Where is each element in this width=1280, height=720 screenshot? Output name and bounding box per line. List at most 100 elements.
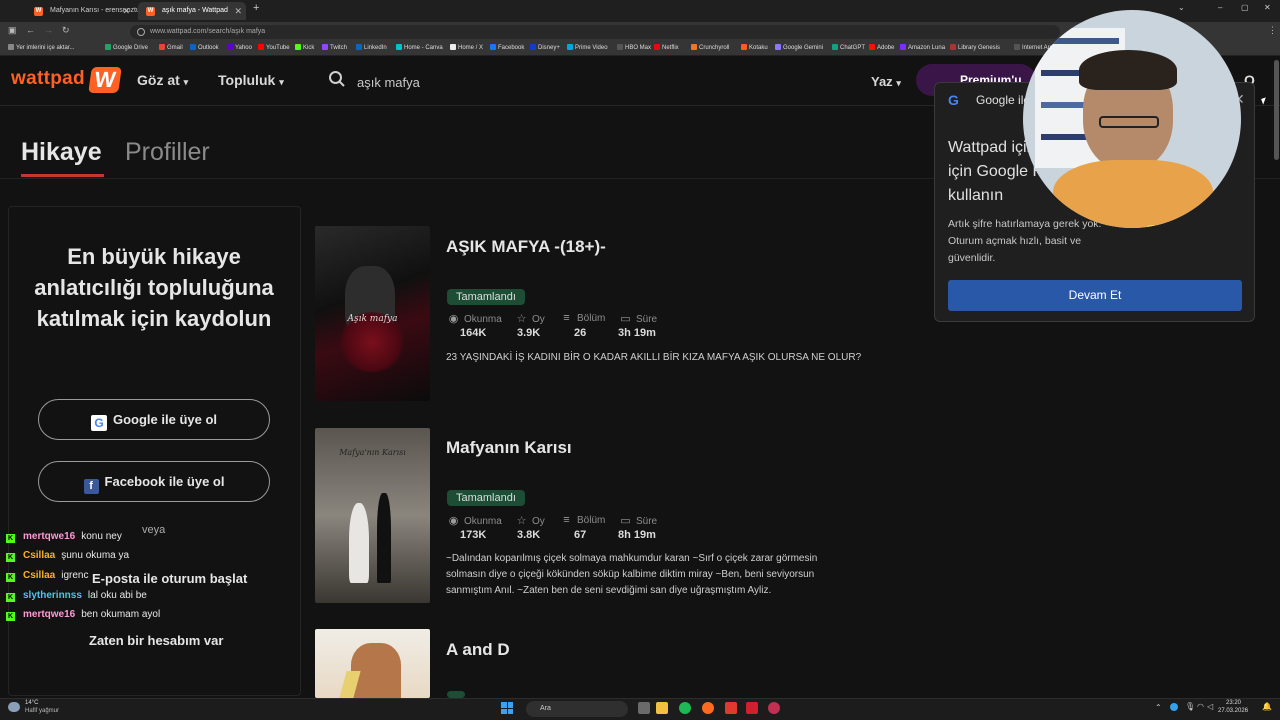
bookmark-item[interactable]: YouTube [258, 44, 290, 51]
google-signup-button[interactable]: G Google ile üye ol [38, 399, 270, 440]
bookmark-label: Kick [303, 45, 315, 51]
bookmark-item[interactable]: Prime Video [567, 44, 608, 51]
back-icon[interactable]: ← [26, 25, 35, 35]
sidebar-toggle-icon[interactable]: ▣ [8, 25, 17, 36]
weather-temp[interactable]: 14°C [25, 700, 38, 706]
browser-tab-1[interactable]: W Mafyanın Karısı - erensuozturk ✕ [26, 2, 146, 20]
bookmark-label: Adobe [877, 45, 895, 51]
wattpad-app-icon[interactable] [746, 702, 758, 714]
story-title[interactable]: AŞIK MAFYA -(18+)- [446, 237, 606, 257]
firefox-icon[interactable] [702, 702, 714, 714]
menu-icon[interactable]: ⋮ [1268, 25, 1277, 36]
bookmark-label: Netflix [662, 45, 679, 51]
bookmark-item[interactable]: Home - Canva [396, 44, 443, 51]
tab-profiles[interactable]: Profiller [125, 138, 210, 167]
wifi-icon[interactable]: ◠ [1197, 702, 1204, 711]
clock-date[interactable]: 27.03.2026 [1218, 708, 1248, 714]
kick-icon: K [6, 593, 15, 602]
bookmark-item[interactable]: Facebook [490, 44, 524, 51]
file-explorer-icon[interactable] [656, 702, 668, 714]
kick-icon: K [6, 534, 15, 543]
browser-tab-2[interactable]: W aşık mafya - Wattpad ✕ [138, 2, 246, 20]
existing-account-link[interactable]: Zaten bir hesabım var [89, 633, 223, 648]
votes-stat-label: ☆ Oy [515, 312, 545, 325]
bookmark-favicon-icon [1014, 44, 1020, 50]
bookmark-item[interactable]: Disney+ [530, 44, 560, 51]
story-cover[interactable]: Aşık mafya [315, 226, 430, 401]
bookmark-item[interactable]: Kotaku [741, 44, 768, 51]
brave-icon[interactable] [725, 702, 737, 714]
taskbar-search[interactable]: Ara [526, 701, 628, 717]
wattpad-logo[interactable]: wattpad [11, 68, 85, 90]
bookmark-item[interactable]: Gmail [159, 44, 183, 51]
caret-down-icon: ▾ [896, 78, 901, 88]
search-input[interactable] [357, 72, 757, 92]
nav-browse[interactable]: Göz at ▾ [137, 72, 188, 88]
close-icon[interactable]: ✕ [234, 2, 242, 20]
write-menu[interactable]: Yaz ▾ [871, 74, 901, 89]
bookmark-item[interactable]: Library Genesis [950, 44, 1000, 51]
app-icon[interactable] [768, 702, 780, 714]
forward-icon[interactable]: → [44, 25, 53, 35]
site-info-icon[interactable] [137, 28, 145, 36]
bookmark-item[interactable]: Netflix [654, 44, 679, 51]
facebook-signup-button[interactable]: f Facebook ile üye ol [38, 461, 270, 502]
bookmark-favicon-icon [227, 44, 233, 50]
bookmark-favicon-icon [396, 44, 402, 50]
page-scrollbar[interactable] [1274, 60, 1279, 160]
search-icon[interactable] [328, 70, 346, 88]
bookmark-favicon-icon [490, 44, 496, 50]
notification-icon[interactable]: 🔔 [1262, 702, 1272, 711]
bookmark-label: Google Drive [113, 45, 149, 51]
window-close-icon[interactable]: ✕ [1264, 3, 1271, 12]
chevron-down-icon[interactable]: ⌄ [1178, 3, 1185, 12]
tray-app-icon[interactable] [1170, 703, 1178, 711]
star-icon: ☆ [516, 313, 527, 325]
bookmark-item[interactable]: Outlook [190, 44, 219, 51]
completed-badge: Tamamlandı [447, 490, 525, 506]
close-icon[interactable]: ✕ [122, 2, 130, 20]
chat-message: K Csillaa igrenc [6, 570, 89, 582]
bookmark-item[interactable]: Google Gemini [775, 44, 823, 51]
story-title[interactable]: Mafyanın Karısı [446, 438, 572, 458]
reload-icon[interactable]: ↻ [62, 25, 70, 36]
windows-start-icon[interactable] [501, 702, 513, 714]
bookmark-item[interactable]: LinkedIn [356, 44, 387, 51]
story-cover[interactable]: Mafya'nın Karısı [315, 428, 430, 603]
minimize-icon[interactable]: – [1218, 3, 1222, 12]
microphone-icon[interactable]: 🎙 [1185, 702, 1195, 711]
bookmark-item[interactable]: Crunchyroll [691, 44, 729, 51]
taskbar-search-label: Ara [540, 705, 551, 712]
bookmark-item[interactable]: ChatGPT [832, 44, 865, 51]
story-title[interactable]: A and D [446, 640, 510, 660]
bookmark-label: Yer imlerini içe aktar... [16, 45, 75, 51]
nav-community[interactable]: Topluluk ▾ [218, 72, 284, 88]
wattpad-logo-icon[interactable]: W [88, 67, 122, 93]
continue-button[interactable]: Devam Et [948, 280, 1242, 311]
maximize-icon[interactable]: ▢ [1241, 3, 1249, 12]
clock-time[interactable]: 23:20 [1226, 700, 1241, 706]
browser-tab-2-title: aşık mafya - Wattpad [162, 7, 228, 14]
spotify-icon[interactable] [679, 702, 691, 714]
new-tab-icon[interactable]: + [253, 2, 259, 14]
bookmark-item[interactable]: Adobe [869, 44, 894, 51]
bookmark-item[interactable]: Amazon Luna [900, 44, 945, 51]
time-value: 8h 19m [618, 529, 656, 541]
address-bar[interactable]: www.wattpad.com/search/aşık mafya [130, 25, 1060, 39]
bookmark-item[interactable]: Yer imlerini içe aktar... [8, 44, 74, 51]
bookmark-item[interactable]: Twitch [322, 44, 347, 51]
weather-text[interactable]: Hafif yağmur [25, 708, 59, 714]
bookmark-label: Home / X [458, 45, 484, 51]
bookmark-item[interactable]: Google Drive [105, 44, 148, 51]
bookmark-item[interactable]: Home / X [450, 44, 483, 51]
volume-icon[interactable]: ◁ [1207, 702, 1213, 711]
book-icon: ▭ [620, 515, 631, 527]
tray-chevron-icon[interactable]: ⌃ [1155, 703, 1162, 712]
bookmark-item[interactable]: Yahoo [227, 44, 252, 51]
bookmark-item[interactable]: Kick [295, 44, 314, 51]
tab-stories[interactable]: Hikaye [21, 138, 102, 167]
story-cover[interactable] [315, 629, 430, 698]
task-view-icon[interactable] [638, 702, 650, 714]
email-login-button[interactable]: E-posta ile oturum başlat [92, 571, 247, 586]
bookmark-item[interactable]: HBO Max [617, 44, 651, 51]
